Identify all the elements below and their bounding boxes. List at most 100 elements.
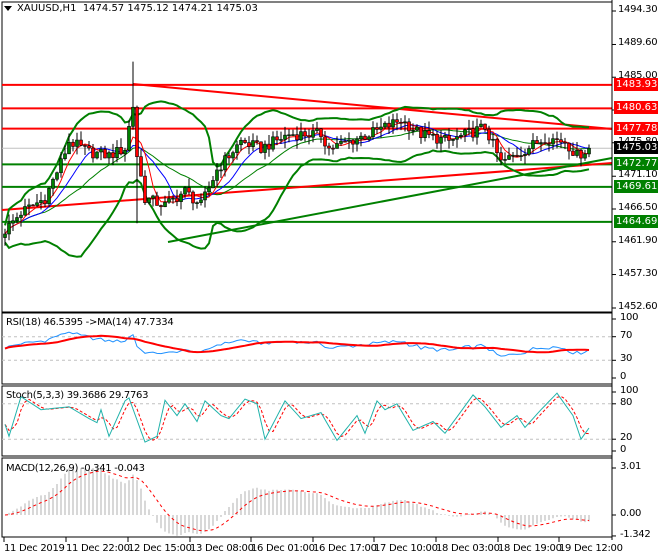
candle-body [63, 153, 67, 160]
rsi-axis-label: 30 [620, 353, 633, 365]
candle-body [283, 134, 287, 140]
candle-body [103, 148, 107, 159]
open-price: 1474.57 [82, 3, 125, 14]
candle-body [79, 139, 83, 146]
time-axis-label: 11 Dec 2019 [4, 543, 65, 554]
candle-body [435, 134, 439, 144]
candle-body [67, 141, 71, 155]
candle-body [299, 131, 303, 141]
candle-body [143, 175, 147, 204]
candle-body [459, 134, 463, 137]
candle-body [175, 197, 179, 202]
chart-canvas[interactable] [0, 0, 660, 560]
candle-body [547, 143, 551, 145]
price-axis-label: 1489.60 [618, 37, 658, 49]
candle-body [523, 154, 527, 156]
macd-axis-label: -1.342 [620, 528, 651, 540]
high-price: 1475.12 [127, 3, 169, 14]
level-price-tag: 1477.78 [614, 121, 658, 135]
time-axis-label: 17 Dec 10:00 [374, 543, 438, 554]
price-axis-label: 1466.50 [618, 202, 658, 213]
candle-body [35, 202, 39, 206]
candle-body [439, 137, 443, 144]
candle-body [267, 143, 271, 150]
chart-title: XAUUSD,H1 1474.57 1475.12 1474.21 1475.0… [4, 3, 258, 14]
candle-body [171, 197, 175, 200]
metatrader-chart-window[interactable]: XAUUSD,H1 1474.57 1475.12 1474.21 1475.0… [0, 0, 660, 560]
candle-body [91, 147, 95, 159]
macd-axis-label: 3.01 [620, 461, 642, 472]
candle-body [99, 148, 103, 153]
candle-body [251, 140, 255, 147]
candle-body [383, 122, 387, 128]
candle-body [499, 152, 503, 161]
candle-body [407, 121, 411, 132]
dropdown-triangle-icon[interactable] [4, 5, 12, 11]
candle-body [475, 126, 479, 138]
candle-body [411, 129, 415, 132]
level-price-tag: 1475.03 [614, 141, 658, 155]
time-axis-label: 16 Dec 17:00 [313, 543, 377, 554]
candle-body [107, 152, 111, 159]
candle-body [219, 169, 223, 172]
candle-body [311, 130, 315, 138]
candle-body [291, 134, 295, 136]
candle-body [207, 187, 211, 193]
candle-body [55, 172, 59, 180]
candle-body [511, 154, 515, 157]
candle-body [479, 123, 483, 127]
candle-body [519, 155, 523, 157]
candle-body [367, 136, 371, 140]
candle-body [235, 144, 239, 153]
candle-body [27, 204, 31, 207]
candle-body [3, 233, 7, 238]
candle-body [467, 128, 471, 131]
candle-body [187, 187, 191, 193]
time-axis-label: 11 Dec 22:00 [66, 543, 130, 554]
candle-body [263, 143, 267, 153]
candle-body [11, 220, 15, 224]
time-axis-label: 19 Dec 12:00 [559, 543, 623, 554]
candle-body [355, 138, 359, 145]
candle-body [507, 155, 511, 160]
candle-body [243, 139, 247, 143]
candle-body [443, 135, 447, 138]
candle-body [515, 154, 519, 157]
rsi-label: RSI(18) 46.5395 ->MA(14) 47.7334 [6, 317, 174, 328]
candle-body [71, 141, 75, 147]
candle-body [403, 121, 407, 124]
candle-body [279, 139, 283, 141]
time-axis-label: 18 Dec 19:00 [498, 543, 562, 554]
candle-body [151, 195, 155, 199]
candle-body [379, 126, 383, 130]
candle-body [227, 155, 231, 159]
candle-body [315, 128, 319, 131]
candle-body [331, 147, 335, 150]
candle-body [23, 206, 27, 216]
candle-body [223, 155, 227, 171]
candle-body [239, 139, 243, 146]
candle-body [575, 150, 579, 156]
candle-body [391, 119, 395, 128]
candle-body [543, 142, 547, 144]
candle-body [275, 136, 279, 141]
candle-body [247, 142, 251, 147]
candle-body [7, 222, 11, 235]
candle-body [31, 204, 35, 207]
candle-body [75, 139, 79, 147]
candle-body [115, 147, 119, 159]
price-axis-label: 1471.10 [618, 169, 658, 181]
candle-body [47, 188, 51, 205]
candle-body [567, 142, 571, 152]
candle-body [335, 143, 339, 149]
candle-body [271, 136, 275, 150]
candle-body [483, 123, 487, 130]
candle-body [583, 153, 587, 159]
candle-body [303, 131, 307, 137]
candle-body [139, 156, 143, 177]
candle-body [95, 151, 99, 159]
level-price-tag: 1483.93 [614, 77, 658, 91]
candle-body [551, 138, 555, 145]
candle-body [351, 139, 355, 145]
stoch-label: Stoch(5,3,3) 39.3686 29.7763 [6, 390, 149, 401]
